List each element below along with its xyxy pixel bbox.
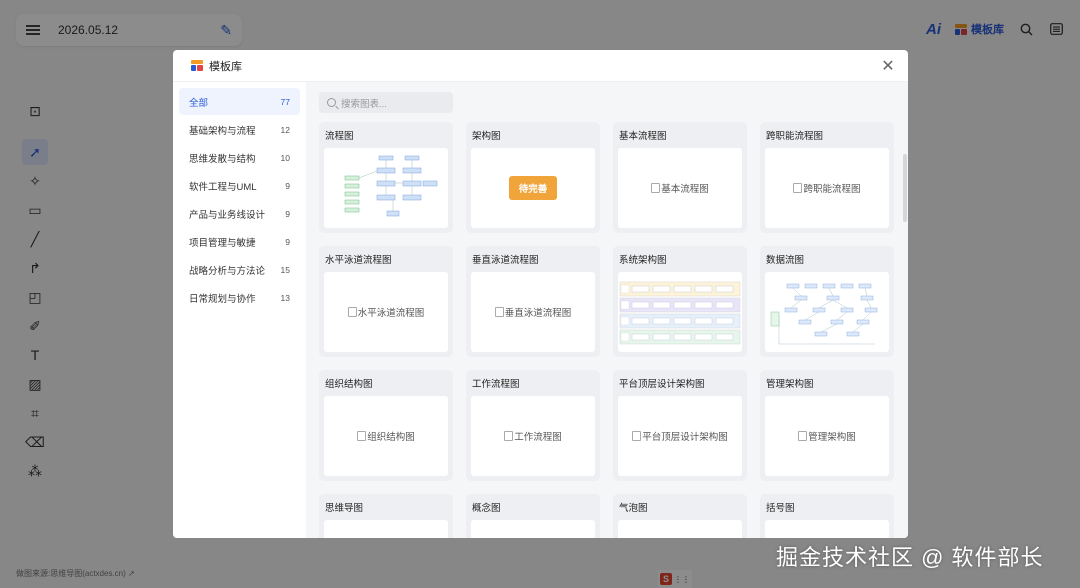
broken-image-alt: 跨职能流程图 bbox=[793, 181, 860, 195]
template-card[interactable]: 系统架构图 bbox=[613, 246, 747, 357]
broken-image-alt: 水平泳道流程图 bbox=[348, 305, 425, 319]
template-title: 数据流图 bbox=[766, 255, 805, 266]
category-item[interactable]: 项目管理与敏捷 9 bbox=[179, 228, 300, 255]
search-icon bbox=[327, 98, 336, 107]
category-count: 12 bbox=[280, 124, 290, 135]
template-title: 垂直泳道流程图 bbox=[472, 255, 539, 266]
template-thumbnail: 待完善 bbox=[471, 148, 595, 228]
template-title: 水平泳道流程图 bbox=[325, 255, 392, 266]
scrollbar[interactable] bbox=[903, 154, 907, 222]
category-sidebar: 全部 77 基础架构与流程 12 思维发散与结构 10 软件工程与UML 9 产品与业务线设计 9… bbox=[173, 82, 306, 538]
broken-image-alt: 工作流程图 bbox=[504, 429, 562, 443]
category-label: 基础架构与流程 bbox=[189, 125, 256, 137]
template-card[interactable]: 基本流程图 基本流程图 bbox=[613, 122, 747, 233]
template-card[interactable]: 流程图 bbox=[319, 122, 453, 233]
category-label: 软件工程与UML bbox=[189, 181, 257, 193]
modal-header: 模板库 ✕ bbox=[173, 50, 908, 82]
template-title: 气泡图 bbox=[619, 503, 648, 514]
template-thumbnail: 组织结构图 bbox=[324, 396, 448, 476]
template-library-modal: 模板库 ✕ 全部 77 基础架构与流程 12 思维发散与结构 10 软件工程与UML 9 产品与… bbox=[173, 50, 908, 538]
template-thumbnail: 管理架构图 bbox=[765, 396, 889, 476]
template-card[interactable]: 平台顶层设计架构图 平台顶层设计架构图 bbox=[613, 370, 747, 481]
template-title: 思维导图 bbox=[325, 503, 364, 514]
template-card[interactable]: 气泡图 bbox=[613, 494, 747, 538]
broken-image-alt: 平台顶层设计架构图 bbox=[632, 429, 728, 443]
category-item[interactable]: 产品与业务线设计 9 bbox=[179, 200, 300, 227]
template-card[interactable]: 跨职能流程图 跨职能流程图 bbox=[760, 122, 894, 233]
template-thumbnail bbox=[618, 520, 742, 538]
category-count: 13 bbox=[280, 292, 290, 303]
template-thumbnail bbox=[471, 520, 595, 538]
search-placeholder: 搜索图表... bbox=[341, 98, 387, 110]
template-thumbnail: 跨职能流程图 bbox=[765, 148, 889, 228]
template-thumbnail: 工作流程图 bbox=[471, 396, 595, 476]
category-count: 15 bbox=[280, 264, 290, 275]
watermark: 掘金技术社区 @ 软件部长 bbox=[776, 545, 1044, 570]
template-title: 基本流程图 bbox=[619, 131, 667, 142]
template-thumbnail: 平台顶层设计架构图 bbox=[618, 396, 742, 476]
template-thumbnail bbox=[324, 520, 448, 538]
template-library-icon bbox=[191, 60, 203, 71]
template-thumbnail bbox=[765, 520, 889, 538]
category-label: 战略分析与方法论 bbox=[189, 265, 266, 277]
category-label: 日常规划与协作 bbox=[189, 293, 256, 305]
template-title: 平台顶层设计架构图 bbox=[619, 379, 705, 390]
category-item[interactable]: 思维发散与结构 10 bbox=[179, 144, 300, 171]
broken-image-alt: 垂直泳道流程图 bbox=[495, 305, 572, 319]
broken-image-alt: 基本流程图 bbox=[651, 181, 709, 195]
template-grid: 流程图 架构图 待完善 基本流程图 基本流程图 跨职能流程图 跨职能流程图 水平泳道流程图水… bbox=[319, 122, 899, 538]
category-count: 9 bbox=[285, 208, 290, 219]
template-title: 架构图 bbox=[472, 131, 501, 142]
modal-title: 模板库 bbox=[209, 60, 242, 73]
category-count: 77 bbox=[280, 96, 290, 107]
template-card[interactable]: 组织结构图 组织结构图 bbox=[319, 370, 453, 481]
template-thumbnail bbox=[618, 272, 742, 352]
category-item[interactable]: 全部 77 bbox=[179, 88, 300, 115]
template-thumbnail bbox=[765, 272, 889, 352]
modal-body: 全部 77 基础架构与流程 12 思维发散与结构 10 软件工程与UML 9 产品与业务线设计 9… bbox=[173, 82, 908, 538]
broken-image-alt: 组织结构图 bbox=[357, 429, 415, 443]
template-card[interactable]: 工作流程图 工作流程图 bbox=[466, 370, 600, 481]
template-thumbnail: 基本流程图 bbox=[618, 148, 742, 228]
category-label: 思维发散与结构 bbox=[189, 153, 256, 165]
category-item[interactable]: 软件工程与UML 9 bbox=[179, 172, 300, 199]
template-thumbnail: 水平泳道流程图 bbox=[324, 272, 448, 352]
category-label: 产品与业务线设计 bbox=[189, 209, 266, 221]
template-content: 搜索图表... 流程图 架构图 待完善 基本流程图 基本流程图 跨职能流程图 跨职能流程图… bbox=[306, 82, 908, 538]
template-title: 概念图 bbox=[472, 503, 501, 514]
template-thumbnail bbox=[324, 148, 448, 228]
category-item[interactable]: 战略分析与方法论 15 bbox=[179, 256, 300, 283]
pending-badge: 待完善 bbox=[508, 176, 558, 200]
template-card[interactable]: 水平泳道流程图 水平泳道流程图 bbox=[319, 246, 453, 357]
category-item[interactable]: 基础架构与流程 12 bbox=[179, 116, 300, 143]
category-label: 全部 bbox=[189, 97, 209, 109]
template-card[interactable]: 括号图 bbox=[760, 494, 894, 538]
template-title: 流程图 bbox=[325, 131, 354, 142]
close-icon[interactable]: ✕ bbox=[880, 58, 896, 75]
template-card[interactable]: 垂直泳道流程图 垂直泳道流程图 bbox=[466, 246, 600, 357]
template-search-input[interactable]: 搜索图表... bbox=[319, 92, 453, 113]
category-count: 10 bbox=[280, 152, 290, 163]
category-count: 9 bbox=[285, 236, 290, 247]
template-card[interactable]: 管理架构图 管理架构图 bbox=[760, 370, 894, 481]
template-thumbnail: 垂直泳道流程图 bbox=[471, 272, 595, 352]
category-item[interactable]: 日常规划与协作 13 bbox=[179, 284, 300, 311]
broken-image-alt: 管理架构图 bbox=[798, 429, 856, 443]
template-title: 跨职能流程图 bbox=[766, 131, 824, 142]
category-count: 9 bbox=[285, 180, 290, 191]
template-card[interactable]: 概念图 bbox=[466, 494, 600, 538]
template-card[interactable]: 架构图待完善 bbox=[466, 122, 600, 233]
template-title: 工作流程图 bbox=[472, 379, 520, 390]
template-title: 管理架构图 bbox=[766, 379, 814, 390]
template-title: 括号图 bbox=[766, 503, 795, 514]
category-label: 项目管理与敏捷 bbox=[189, 237, 256, 249]
template-title: 组织结构图 bbox=[325, 379, 373, 390]
template-title: 系统架构图 bbox=[619, 255, 667, 266]
template-card[interactable]: 数据流图 bbox=[760, 246, 894, 357]
template-card[interactable]: 思维导图 bbox=[319, 494, 453, 538]
